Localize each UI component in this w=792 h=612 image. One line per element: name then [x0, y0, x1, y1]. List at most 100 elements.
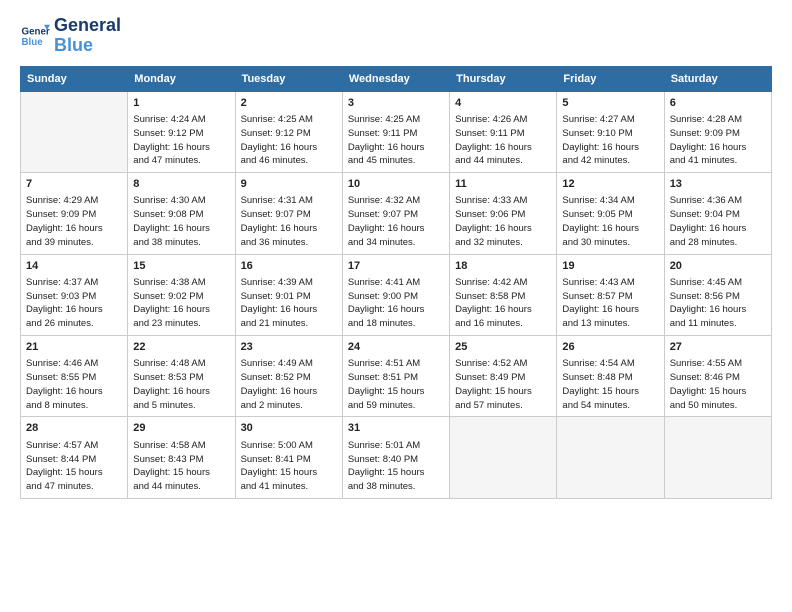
calendar-cell: [450, 417, 557, 498]
day-number: 15: [133, 259, 229, 274]
day-number: 11: [455, 177, 551, 192]
day-info: Sunrise: 4:27 AM Sunset: 9:10 PM Dayligh…: [562, 113, 658, 168]
calendar-cell: 8Sunrise: 4:30 AM Sunset: 9:08 PM Daylig…: [128, 173, 235, 254]
calendar-cell: 7 Sunrise: 4:29 AM Sunset: 9:09 PM Daylig…: [21, 173, 128, 254]
calendar-cell: 24Sunrise: 4:51 AM Sunset: 8:51 PM Dayli…: [342, 335, 449, 416]
day-info: Sunrise: 4:25 AM Sunset: 9:11 PM Dayligh…: [348, 113, 444, 168]
day-info: Sunrise: 4:30 AM Sunset: 9:08 PM Dayligh…: [133, 194, 229, 249]
day-info: Sunrise: 4:29 AM Sunset: 9:09 PM Dayligh…: [26, 194, 122, 249]
calendar-cell: 19 Sunrise: 4:43 AM Sunset: 8:57 PM Dayli…: [557, 254, 664, 335]
day-of-week-header: Monday: [128, 66, 235, 91]
day-number: 20: [670, 259, 766, 274]
day-number: 21: [26, 340, 122, 355]
day-number: 4: [455, 96, 551, 111]
calendar-cell: [557, 417, 664, 498]
day-info: Sunrise: 5:01 AM Sunset: 8:40 PM Dayligh…: [348, 439, 444, 494]
day-number: 28: [26, 421, 122, 436]
calendar-cell: 14Sunrise: 4:37 AM Sunset: 9:03 PM Dayli…: [21, 254, 128, 335]
calendar-cell: 18 Sunrise: 4:42 AM Sunset: 8:58 PM Dayli…: [450, 254, 557, 335]
calendar-week-row: 28 Sunrise: 4:57 AM Sunset: 8:44 PM Dayli…: [21, 417, 772, 498]
day-number: 22: [133, 340, 229, 355]
calendar-week-row: 1 Sunrise: 4:24 AM Sunset: 9:12 PM Daylig…: [21, 91, 772, 172]
calendar-table: SundayMondayTuesdayWednesdayThursdayFrid…: [20, 66, 772, 499]
day-number: 13: [670, 177, 766, 192]
day-info: Sunrise: 4:37 AM Sunset: 9:03 PM Dayligh…: [26, 276, 122, 331]
calendar-cell: 5 Sunrise: 4:27 AM Sunset: 9:10 PM Daylig…: [557, 91, 664, 172]
day-info: Sunrise: 4:26 AM Sunset: 9:11 PM Dayligh…: [455, 113, 551, 168]
calendar-week-row: 14Sunrise: 4:37 AM Sunset: 9:03 PM Dayli…: [21, 254, 772, 335]
calendar-cell: 28 Sunrise: 4:57 AM Sunset: 8:44 PM Dayli…: [21, 417, 128, 498]
day-of-week-header: Tuesday: [235, 66, 342, 91]
calendar-cell: 2Sunrise: 4:25 AM Sunset: 9:12 PM Daylig…: [235, 91, 342, 172]
day-info: Sunrise: 4:38 AM Sunset: 9:02 PM Dayligh…: [133, 276, 229, 331]
calendar-cell: 22 Sunrise: 4:48 AM Sunset: 8:53 PM Dayli…: [128, 335, 235, 416]
calendar-cell: 13 Sunrise: 4:36 AM Sunset: 9:04 PM Dayli…: [664, 173, 771, 254]
day-number: 18: [455, 259, 551, 274]
calendar-cell: 9Sunrise: 4:31 AM Sunset: 9:07 PM Daylig…: [235, 173, 342, 254]
day-number: 5: [562, 96, 658, 111]
day-info: Sunrise: 4:33 AM Sunset: 9:06 PM Dayligh…: [455, 194, 551, 249]
calendar-cell: 10 Sunrise: 4:32 AM Sunset: 9:07 PM Dayli…: [342, 173, 449, 254]
day-info: Sunrise: 5:00 AM Sunset: 8:41 PM Dayligh…: [241, 439, 337, 494]
day-number: 31: [348, 421, 444, 436]
svg-text:General: General: [22, 26, 51, 37]
calendar-cell: 4 Sunrise: 4:26 AM Sunset: 9:11 PM Daylig…: [450, 91, 557, 172]
day-info: Sunrise: 4:46 AM Sunset: 8:55 PM Dayligh…: [26, 357, 122, 412]
calendar-cell: 17 Sunrise: 4:41 AM Sunset: 9:00 PM Dayli…: [342, 254, 449, 335]
day-info: Sunrise: 4:52 AM Sunset: 8:49 PM Dayligh…: [455, 357, 551, 412]
day-number: 6: [670, 96, 766, 111]
day-info: Sunrise: 4:58 AM Sunset: 8:43 PM Dayligh…: [133, 439, 229, 494]
calendar-cell: 6 Sunrise: 4:28 AM Sunset: 9:09 PM Daylig…: [664, 91, 771, 172]
calendar-cell: 27Sunrise: 4:55 AM Sunset: 8:46 PM Dayli…: [664, 335, 771, 416]
calendar-header-row: SundayMondayTuesdayWednesdayThursdayFrid…: [21, 66, 772, 91]
day-number: 25: [455, 340, 551, 355]
day-of-week-header: Sunday: [21, 66, 128, 91]
day-number: 26: [562, 340, 658, 355]
day-info: Sunrise: 4:41 AM Sunset: 9:00 PM Dayligh…: [348, 276, 444, 331]
day-number: 7: [26, 177, 122, 192]
day-number: 1: [133, 96, 229, 111]
day-info: Sunrise: 4:39 AM Sunset: 9:01 PM Dayligh…: [241, 276, 337, 331]
calendar-cell: 30 Sunrise: 5:00 AM Sunset: 8:41 PM Dayli…: [235, 417, 342, 498]
calendar-cell: 1 Sunrise: 4:24 AM Sunset: 9:12 PM Daylig…: [128, 91, 235, 172]
calendar-week-row: 7 Sunrise: 4:29 AM Sunset: 9:09 PM Daylig…: [21, 173, 772, 254]
calendar-cell: 20 Sunrise: 4:45 AM Sunset: 8:56 PM Dayli…: [664, 254, 771, 335]
svg-text:Blue: Blue: [22, 37, 44, 48]
calendar-cell: 11 Sunrise: 4:33 AM Sunset: 9:06 PM Dayli…: [450, 173, 557, 254]
day-info: Sunrise: 4:24 AM Sunset: 9:12 PM Dayligh…: [133, 113, 229, 168]
day-info: Sunrise: 4:43 AM Sunset: 8:57 PM Dayligh…: [562, 276, 658, 331]
page-header: General Blue General Blue: [20, 16, 772, 56]
day-number: 16: [241, 259, 337, 274]
day-info: Sunrise: 4:25 AM Sunset: 9:12 PM Dayligh…: [241, 113, 337, 168]
calendar-cell: 3Sunrise: 4:25 AM Sunset: 9:11 PM Daylig…: [342, 91, 449, 172]
day-number: 30: [241, 421, 337, 436]
calendar-cell: 16 Sunrise: 4:39 AM Sunset: 9:01 PM Dayli…: [235, 254, 342, 335]
calendar-cell: [664, 417, 771, 498]
day-of-week-header: Friday: [557, 66, 664, 91]
day-of-week-header: Wednesday: [342, 66, 449, 91]
day-of-week-header: Saturday: [664, 66, 771, 91]
day-number: 10: [348, 177, 444, 192]
calendar-cell: 26 Sunrise: 4:54 AM Sunset: 8:48 PM Dayli…: [557, 335, 664, 416]
day-number: 17: [348, 259, 444, 274]
day-info: Sunrise: 4:48 AM Sunset: 8:53 PM Dayligh…: [133, 357, 229, 412]
day-info: Sunrise: 4:32 AM Sunset: 9:07 PM Dayligh…: [348, 194, 444, 249]
day-number: 23: [241, 340, 337, 355]
calendar-week-row: 21 Sunrise: 4:46 AM Sunset: 8:55 PM Dayli…: [21, 335, 772, 416]
calendar-cell: 25 Sunrise: 4:52 AM Sunset: 8:49 PM Dayli…: [450, 335, 557, 416]
day-info: Sunrise: 4:31 AM Sunset: 9:07 PM Dayligh…: [241, 194, 337, 249]
day-info: Sunrise: 4:57 AM Sunset: 8:44 PM Dayligh…: [26, 439, 122, 494]
day-info: Sunrise: 4:45 AM Sunset: 8:56 PM Dayligh…: [670, 276, 766, 331]
calendar-cell: [21, 91, 128, 172]
day-of-week-header: Thursday: [450, 66, 557, 91]
day-info: Sunrise: 4:28 AM Sunset: 9:09 PM Dayligh…: [670, 113, 766, 168]
calendar-cell: 23Sunrise: 4:49 AM Sunset: 8:52 PM Dayli…: [235, 335, 342, 416]
day-info: Sunrise: 4:36 AM Sunset: 9:04 PM Dayligh…: [670, 194, 766, 249]
logo-icon: General Blue: [20, 21, 50, 51]
day-number: 19: [562, 259, 658, 274]
logo: General Blue General Blue: [20, 16, 121, 56]
calendar-cell: 12Sunrise: 4:34 AM Sunset: 9:05 PM Dayli…: [557, 173, 664, 254]
day-info: Sunrise: 4:54 AM Sunset: 8:48 PM Dayligh…: [562, 357, 658, 412]
day-info: Sunrise: 4:42 AM Sunset: 8:58 PM Dayligh…: [455, 276, 551, 331]
calendar-cell: 31 Sunrise: 5:01 AM Sunset: 8:40 PM Dayli…: [342, 417, 449, 498]
